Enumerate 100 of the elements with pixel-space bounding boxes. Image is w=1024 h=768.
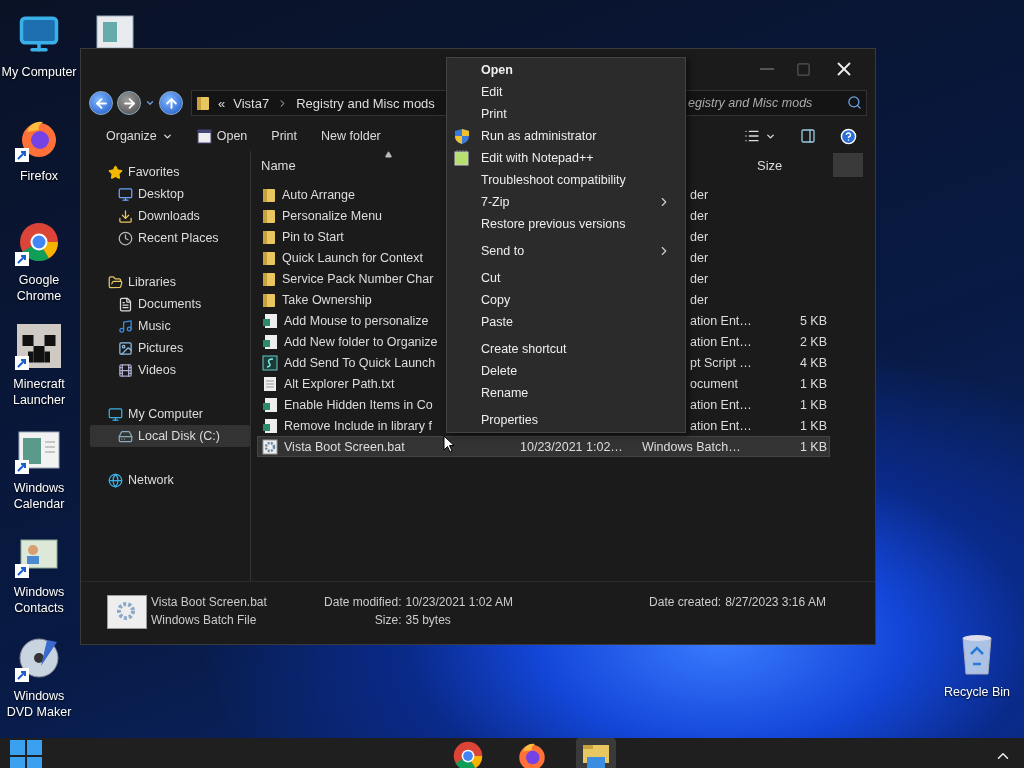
browser-logo-icon[interactable] (19, 222, 59, 262)
sort-arrow-icon (385, 151, 392, 158)
breadcrumb[interactable]: Registry and Misc mods (296, 95, 435, 111)
menu-item[interactable]: Send to (447, 240, 685, 262)
menu-item[interactable]: Edit with Notepad++ (447, 147, 685, 169)
toolbar-button[interactable]: New folder (321, 129, 381, 143)
nav-item[interactable]: Local Disk (C:) (90, 425, 250, 447)
menu-item[interactable]: Properties (447, 409, 685, 431)
up-button[interactable] (159, 91, 183, 115)
desktop-icon-label[interactable]: Google Chrome (0, 272, 78, 304)
table-cell-text: Windows Batch… (641, 439, 742, 454)
menu-item[interactable]: Create shortcut (447, 338, 685, 360)
forward-button[interactable] (117, 91, 141, 115)
menu-item[interactable]: Paste (447, 311, 685, 333)
table-cell-text: ation Ent… (689, 397, 753, 412)
desktop-icon-label[interactable]: Windows Calendar (0, 480, 78, 512)
calendar-window-icon[interactable] (17, 428, 61, 472)
file-name[interactable]: Quick Launch for Context (282, 250, 424, 265)
preview-pane-button[interactable] (800, 128, 816, 144)
nav-item[interactable]: Recent Places (90, 227, 250, 249)
breadcrumb-overflow[interactable]: « (218, 95, 226, 111)
desktop-icon-label[interactable]: Firefox (19, 168, 59, 184)
menu-item[interactable]: Delete (447, 360, 685, 382)
file-name[interactable]: Add Send To Quick Launch (284, 355, 436, 370)
table-cell-text: der (689, 229, 710, 244)
scrollbar-block[interactable] (833, 153, 863, 177)
browser-logo-icon (453, 741, 483, 768)
window-icon (196, 128, 212, 144)
file-name[interactable]: Remove Include in library f (284, 418, 432, 433)
detail-value: 8/27/2023 3:16 AM (725, 595, 827, 611)
menu-item[interactable]: Open (447, 59, 685, 81)
selected-file-row[interactable]: Vista Boot Screen.bat 10/23/2021 1:02… Windows Batch… 1 KB (257, 436, 830, 457)
nav-item[interactable]: Network (90, 469, 250, 491)
search-icon[interactable] (847, 95, 862, 110)
file-name[interactable]: Auto Arrange (282, 187, 355, 202)
registry-file-icon (262, 396, 278, 413)
toolbar-button[interactable]: Print (271, 129, 298, 143)
back-button[interactable] (89, 91, 113, 115)
nav-item[interactable]: Libraries (90, 271, 250, 293)
table-cell-text: der (689, 250, 710, 265)
file-name[interactable]: Vista Boot Screen.bat (284, 439, 405, 454)
file-name[interactable]: Take Ownership (282, 292, 372, 307)
history-dropdown-button[interactable] (145, 98, 155, 108)
notepad-icon (454, 150, 470, 166)
table-cell-text: der (689, 292, 710, 307)
folder-icon (108, 274, 123, 290)
file-name[interactable]: Add Mouse to personalize (284, 313, 429, 328)
menu-item[interactable]: Restore previous versions (447, 213, 685, 235)
file-name[interactable]: Alt Explorer Path.txt (284, 376, 395, 391)
menu-item[interactable]: Cut (447, 267, 685, 289)
nav-item[interactable]: Desktop (90, 183, 250, 205)
table-cell-text: 1 KB (798, 418, 828, 433)
file-name[interactable]: Add New folder to Organize (284, 334, 438, 349)
detail-label: Date modified: (323, 595, 402, 611)
file-type: Windows Batch File (151, 613, 258, 629)
nav-item[interactable]: Favorites (90, 161, 250, 183)
desktop-icon-label[interactable]: Recycle Bin (944, 684, 1010, 700)
file-name[interactable]: Pin to Start (282, 229, 344, 244)
start-button[interactable] (8, 738, 44, 768)
picture-icon (118, 340, 133, 356)
nav-item[interactable]: Downloads (90, 205, 250, 227)
monitor-icon (108, 406, 123, 422)
folder-icon (262, 270, 276, 287)
disc-icon[interactable] (17, 636, 61, 680)
desktop-icon-label[interactable]: My Computer (1, 64, 77, 80)
menu-item[interactable]: 7-Zip (447, 191, 685, 213)
view-options-button[interactable] (744, 128, 776, 144)
toolbar-button[interactable]: Open (196, 128, 248, 144)
file-name[interactable]: Personalize Menu (282, 208, 383, 223)
nav-item[interactable]: Videos (90, 359, 250, 381)
table-cell-text: pt Script … (689, 355, 753, 370)
menu-item[interactable]: Run as administrator (447, 125, 685, 147)
table-cell-text: der (689, 271, 710, 286)
folder-icon (262, 228, 276, 245)
file-name[interactable]: Enable Hidden Items in Co (284, 397, 433, 412)
nav-item[interactable]: Documents (90, 293, 250, 315)
folder-icon (196, 95, 210, 111)
caret-icon (145, 98, 155, 108)
desktop-icon-label[interactable]: Windows Contacts (0, 584, 78, 616)
hard-drive-icon (118, 428, 133, 444)
file-name[interactable]: Service Pack Number Char (282, 271, 434, 286)
breadcrumb[interactable]: Vista7 (233, 95, 270, 111)
nav-item[interactable]: My Computer (90, 403, 250, 425)
help-button[interactable] (840, 127, 857, 145)
column-header[interactable]: Size (753, 157, 830, 173)
menu-item[interactable]: Rename (447, 382, 685, 404)
nav-item[interactable]: Music (90, 315, 250, 337)
fox-logo-icon (517, 741, 547, 768)
app-window-icon[interactable] (93, 14, 137, 48)
desktop-icon-label[interactable]: Minecraft Launcher (0, 376, 78, 408)
menu-item[interactable]: Troubleshoot compatibility (447, 169, 685, 191)
arrow-right-icon (121, 95, 137, 111)
music-note-icon (118, 318, 133, 334)
taskbar-app-button[interactable] (576, 738, 616, 768)
pixel-face-icon[interactable] (17, 324, 61, 368)
desktop-icon-label[interactable]: Windows DVD Maker (0, 688, 78, 720)
menu-item[interactable]: Copy (447, 289, 685, 311)
gear-file-icon (107, 595, 147, 629)
nav-item[interactable]: Pictures (90, 337, 250, 359)
organize-button[interactable]: Organize (106, 129, 173, 143)
